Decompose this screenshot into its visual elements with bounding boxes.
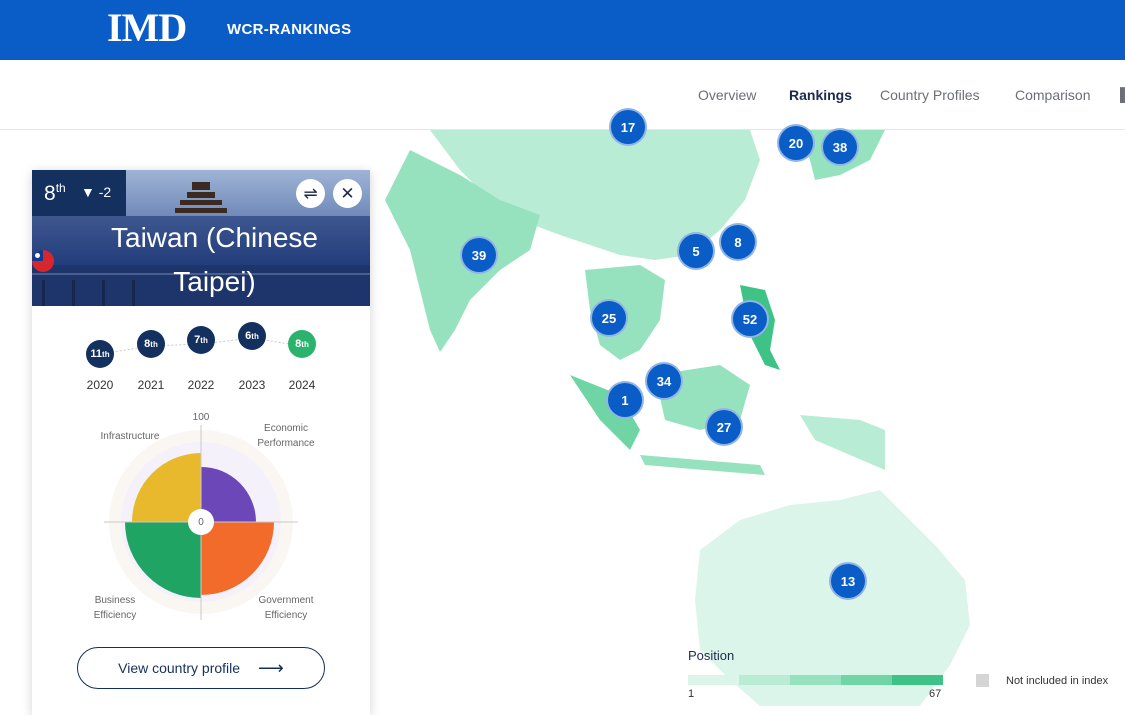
nav-overview[interactable]: Overview: [698, 87, 756, 103]
legend-not-included-swatch: [976, 674, 989, 687]
nav-country-profiles[interactable]: Country Profiles: [880, 87, 980, 103]
legend-step: [790, 675, 841, 685]
map-cluster[interactable]: 13: [829, 562, 867, 600]
map-legend: Position 1 67: [688, 648, 943, 700]
main-nav: Overview Rankings Country Profiles Compa…: [0, 60, 1125, 130]
region-new-guinea: [800, 415, 885, 470]
region-australia: [695, 490, 970, 706]
timeline-rank-2022[interactable]: 7th: [187, 326, 215, 354]
legend-min: 1: [688, 688, 695, 700]
map-cluster[interactable]: 39: [460, 236, 498, 274]
timeline-rank-suffix: th: [150, 339, 158, 349]
timeline-rank-suffix: th: [200, 335, 208, 345]
nav-overflow-item[interactable]: ▌: [1120, 87, 1125, 103]
rank-timeline: 11th 8th 7th 6th 8th 2020 2021 2022 2023…: [32, 320, 370, 400]
flag-sun: [35, 253, 40, 258]
country-name: Taiwan (Chinese Taipei): [111, 222, 318, 297]
timeline-rank-2024[interactable]: 8th: [288, 330, 316, 358]
timeline-rank: 11: [90, 348, 103, 360]
rank-change: ▼ -2: [81, 184, 112, 200]
map-cluster[interactable]: 34: [645, 362, 683, 400]
close-icon: ✕: [340, 183, 355, 203]
label-infrastructure: Infrastructure: [100, 431, 160, 442]
current-rank: 8th: [44, 181, 66, 206]
map-cluster[interactable]: 25: [590, 299, 628, 337]
timeline-rank-2021[interactable]: 8th: [137, 330, 165, 358]
arrow-right-icon: ⟶: [258, 657, 284, 678]
imd-logo[interactable]: IMD: [107, 8, 187, 48]
chart-max-label: 100: [192, 412, 210, 423]
chart-center-label: 0: [198, 517, 204, 528]
label-government-efficiency: Government Efficiency: [258, 595, 314, 621]
timeline-rank-2023[interactable]: 6th: [238, 322, 266, 350]
legend-not-included: Not included in index: [1006, 675, 1109, 687]
label-economic-performance: Economic Performance: [257, 423, 315, 449]
legend-max: 67: [929, 688, 942, 700]
view-profile-label: View country profile: [118, 660, 241, 676]
timeline-rank-suffix: th: [301, 339, 309, 349]
top-bar: IMD WCR-RANKINGS: [0, 0, 1125, 60]
map-cluster[interactable]: 52: [731, 300, 769, 338]
legend-step: [841, 675, 892, 685]
timeline-rank-2020[interactable]: 11th: [86, 340, 114, 368]
region-java: [640, 455, 765, 475]
close-button[interactable]: ✕: [333, 179, 362, 208]
country-hero-image: 8th ▼ -2 ⇌ ✕ Taiwan (Chinese Taipei): [32, 170, 370, 306]
current-rank-badge: 8th ▼ -2: [32, 170, 126, 216]
nav-comparison[interactable]: Comparison: [1015, 87, 1090, 103]
view-country-profile-button[interactable]: View country profile ⟶: [77, 647, 325, 689]
nav-rankings[interactable]: Rankings: [789, 87, 852, 103]
legend-title: Position: [688, 648, 735, 663]
label-business-efficiency: Business Efficiency: [93, 595, 137, 621]
legend-scale: [688, 675, 943, 685]
legend-step: [739, 675, 790, 685]
timeline-year: 2023: [238, 378, 266, 392]
legend-step: [892, 675, 943, 685]
map-cluster[interactable]: 20: [777, 124, 815, 162]
current-rank-suffix: th: [55, 181, 66, 195]
timeline-year: 2022: [187, 378, 215, 392]
timeline-year: 2020: [86, 378, 114, 392]
map-cluster[interactable]: 17: [609, 108, 647, 146]
timeline-rank-suffix: th: [251, 331, 259, 341]
timeline-year: 2024: [288, 378, 316, 392]
map-cluster[interactable]: 1: [606, 381, 644, 419]
legend-step: [688, 675, 739, 685]
map-cluster[interactable]: 38: [821, 128, 859, 166]
taiwan-flag-icon: [32, 250, 54, 272]
country-card: 8th ▼ -2 ⇌ ✕ Taiwan (Chinese Taipei) 11 t…: [32, 170, 370, 715]
map-cluster[interactable]: 27: [705, 408, 743, 446]
timeline-rank-suffix: th: [102, 349, 110, 359]
swap-button[interactable]: ⇌: [296, 179, 325, 208]
swap-icon: ⇌: [303, 183, 318, 203]
map-cluster[interactable]: 5: [677, 232, 715, 270]
current-rank-value: 8: [44, 182, 56, 205]
brand-title[interactable]: WCR-RANKINGS: [227, 21, 351, 38]
map-cluster[interactable]: 8: [719, 223, 757, 261]
timeline-year: 2021: [137, 378, 165, 392]
